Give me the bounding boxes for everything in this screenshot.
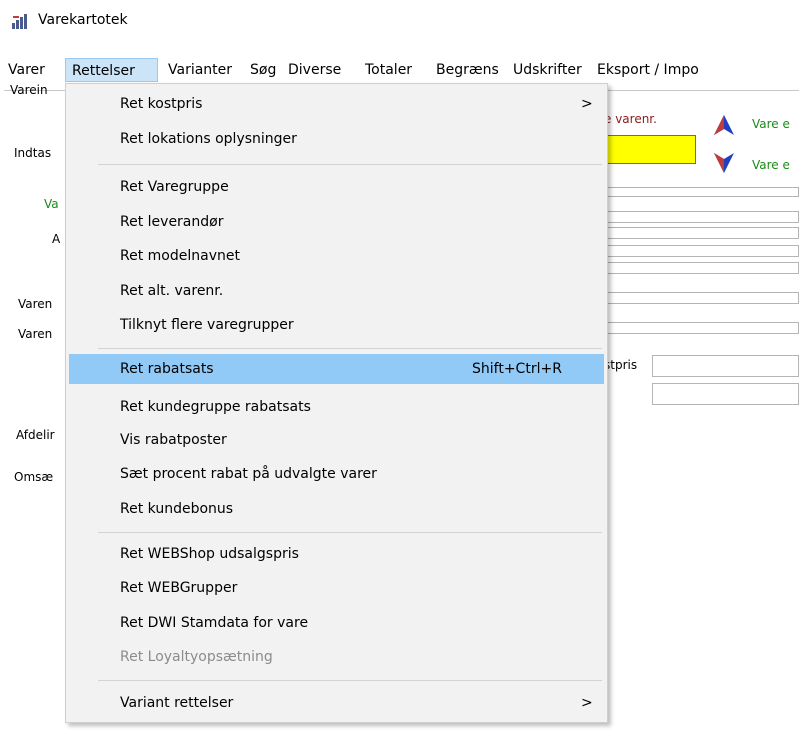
menu-varianter[interactable]: Varianter <box>162 58 238 82</box>
field-6[interactable] <box>600 292 799 304</box>
field-4[interactable] <box>600 245 799 257</box>
menu-varer[interactable]: Varer <box>2 58 51 82</box>
title-bar: Varekartotek <box>0 0 799 40</box>
menu-item-ret-lokations-oplysninger[interactable]: Ret lokations oplysninger <box>69 124 604 154</box>
menu-item-ret-webshop-udsalgspris[interactable]: Ret WEBShop udsalgspris <box>69 539 604 569</box>
label-varen-1: Varen <box>18 297 53 311</box>
label-vare-next: Vare e <box>752 117 790 131</box>
menu-item-saet-procent-rabat[interactable]: Sæt procent rabat på udvalgte varer <box>69 459 604 489</box>
menu-item-ret-webgrupper[interactable]: Ret WEBGrupper <box>69 573 604 603</box>
kostpris-field[interactable] <box>652 355 799 377</box>
menu-totaler[interactable]: Totaler <box>359 58 418 82</box>
menu-item-vis-rabatposter[interactable]: Vis rabatposter <box>69 425 604 455</box>
menu-item-ret-alt-varenr[interactable]: Ret alt. varenr. <box>69 276 604 306</box>
field-1[interactable] <box>600 187 799 197</box>
label-omsae: Omsæ <box>14 470 54 484</box>
menu-separator <box>98 164 602 165</box>
menu-sog[interactable]: Søg <box>244 58 282 82</box>
shortcut-label: Shift+Ctrl+R <box>472 361 562 377</box>
label-varenr: e varenr. <box>604 112 657 126</box>
menu-rettelser[interactable]: Rettelser <box>65 58 158 82</box>
menu-item-ret-kundegruppe-rabatsats[interactable]: Ret kundegruppe rabatsats <box>69 392 604 422</box>
menu-separator <box>98 680 602 681</box>
rettelser-dropdown: Ret kostpris > Ret lokations oplysninger… <box>65 83 608 723</box>
arrow-up-icon[interactable] <box>713 114 735 136</box>
menu-diverse[interactable]: Diverse <box>282 58 347 82</box>
label-indtas: Indtas <box>14 146 52 160</box>
label-a: A <box>52 232 61 246</box>
field-3[interactable] <box>600 227 799 239</box>
submenu-arrow-icon: > <box>581 96 593 112</box>
menu-udskrifter[interactable]: Udskrifter <box>507 58 588 82</box>
field-5[interactable] <box>600 262 799 274</box>
menu-bar: Varer Rettelser Varianter Søg Diverse To… <box>0 58 799 82</box>
field-2[interactable] <box>600 211 799 223</box>
menu-eksport-import[interactable]: Eksport / Impo <box>591 58 705 82</box>
label-va: Va <box>44 197 59 211</box>
menu-item-ret-modelnavnet[interactable]: Ret modelnavnet <box>69 241 604 271</box>
menu-item-tilknyt-flere-varegrupper[interactable]: Tilknyt flere varegrupper <box>69 310 604 340</box>
menu-item-ret-loyaltyopsaetning: Ret Loyaltyopsætning <box>120 649 273 665</box>
menu-separator <box>98 532 602 533</box>
bar-chart-app-icon <box>12 14 27 29</box>
label-vare-prev: Vare e <box>752 158 790 172</box>
submenu-arrow-icon: > <box>581 695 593 711</box>
menu-begraens[interactable]: Begræns <box>430 58 505 82</box>
label-kostpris: stpris <box>604 358 638 372</box>
menu-item-ret-kostpris[interactable]: Ret kostpris > <box>69 89 604 119</box>
menu-separator <box>98 348 602 349</box>
arrow-down-icon[interactable] <box>713 152 735 174</box>
menu-item-ret-varegruppe[interactable]: Ret Varegruppe <box>69 172 604 202</box>
window-title: Varekartotek <box>38 12 128 28</box>
menu-item-ret-rabatsats[interactable]: Ret rabatsats Shift+Ctrl+R <box>69 354 604 384</box>
kostpris-field-2[interactable] <box>652 383 799 405</box>
field-7[interactable] <box>600 322 799 334</box>
label-varein: Varein <box>10 83 48 97</box>
menu-item-ret-kundebonus[interactable]: Ret kundebonus <box>69 494 604 524</box>
label-varen-2: Varen <box>18 327 53 341</box>
menu-item-ret-leverandor[interactable]: Ret leverandør <box>69 207 604 237</box>
menu-item-variant-rettelser[interactable]: Variant rettelser > <box>69 688 604 718</box>
menu-item-ret-dwi-stamdata[interactable]: Ret DWI Stamdata for vare <box>69 608 604 638</box>
label-afdelir: Afdelir <box>16 428 55 442</box>
